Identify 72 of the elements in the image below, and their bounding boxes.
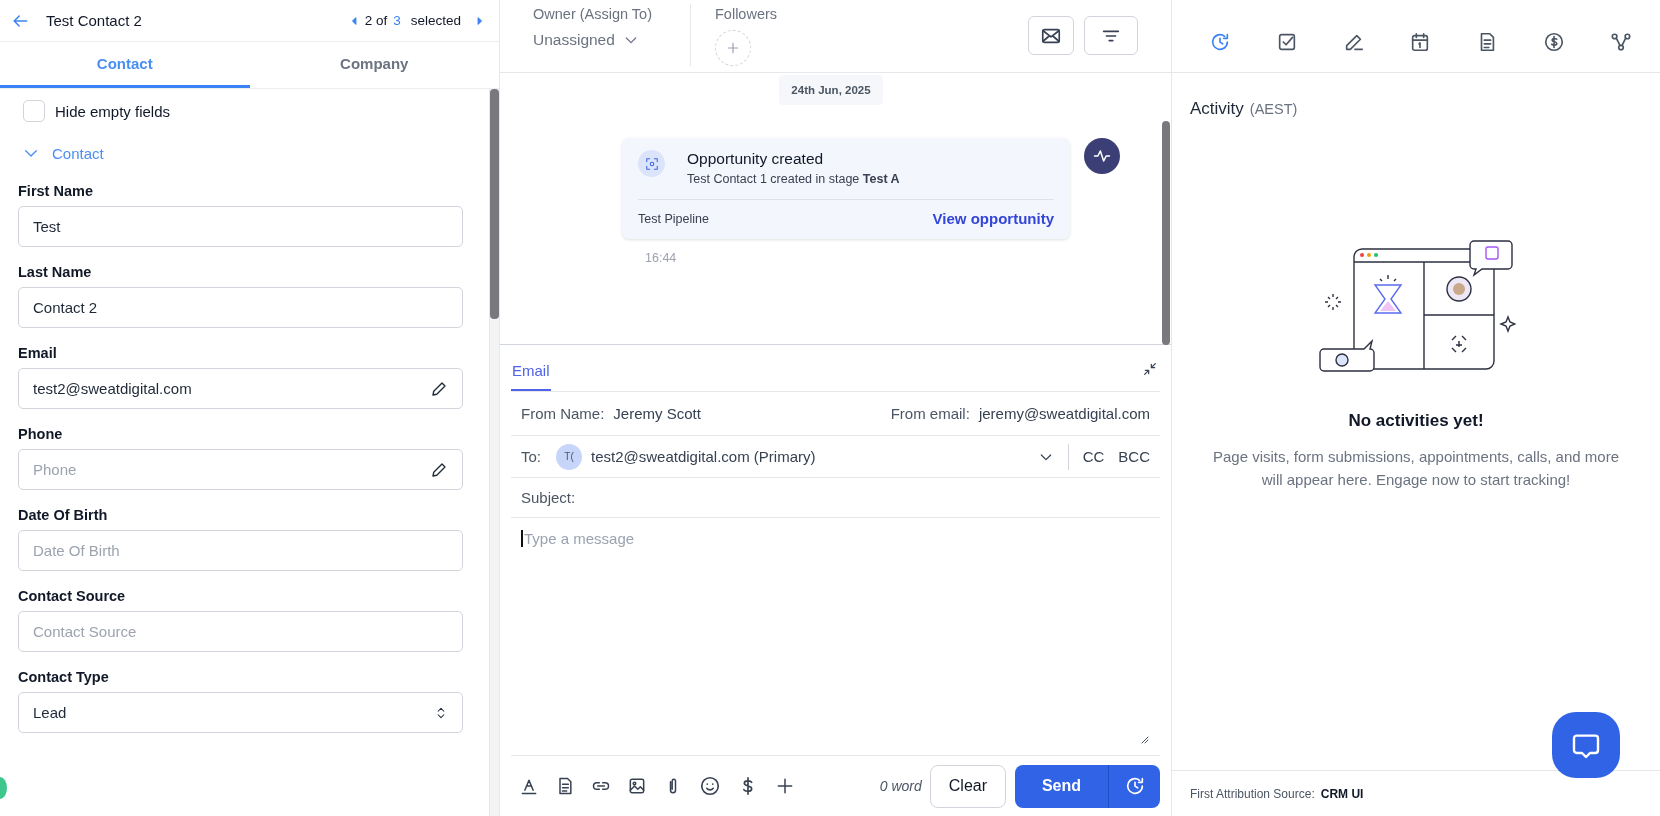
- nodes-icon: [1609, 31, 1632, 53]
- pager-total: 3: [393, 13, 401, 28]
- date-chip: 24th Jun, 2025: [779, 75, 883, 105]
- collapse-arrows-icon: [1142, 361, 1158, 377]
- panel-tab[interactable]: Company: [249, 42, 499, 88]
- empty-state-text: Page visits, form submissions, appointments, calls, and more will appear here. Engage now to start tracking!: [1212, 447, 1620, 490]
- input-field[interactable]: Test: [18, 206, 463, 247]
- field-label: Contact Source: [18, 588, 126, 604]
- checkbox-label: Hide empty fields: [55, 102, 171, 120]
- input-field[interactable]: Contact 2: [18, 287, 463, 328]
- dollar-icon: [1543, 31, 1566, 53]
- clock-icon: [1209, 31, 1231, 53]
- activity-title: Activity: [1190, 99, 1244, 119]
- event-detail: Test Contact 1 created in stage Test A: [687, 172, 900, 186]
- image-button[interactable]: [627, 776, 647, 796]
- pager-label: selected: [410, 13, 461, 28]
- subject-label: Subject:: [521, 489, 576, 506]
- field-label: Last Name: [18, 264, 92, 280]
- recipient-address: test2@sweatdigital.com (Primary): [591, 448, 816, 465]
- view-opportunity-link[interactable]: View opportunity: [932, 210, 1054, 227]
- field-label: First Name: [18, 183, 93, 199]
- email-tab[interactable]: Email: [511, 362, 551, 391]
- select-field[interactable]: Lead: [18, 692, 463, 733]
- attribution-label: First Attribution Source:: [1190, 786, 1315, 801]
- event-title: Opportunity created: [687, 150, 825, 168]
- caret-right-icon: [475, 15, 485, 26]
- pipeline-name: Test Pipeline: [638, 211, 709, 226]
- word-count: 0 word: [879, 778, 922, 794]
- filter-button[interactable]: [1084, 16, 1138, 55]
- contact-title: Test Contact 2: [46, 12, 143, 29]
- scrollbar-thumb[interactable]: [490, 89, 499, 319]
- plus-icon: [725, 40, 741, 56]
- smiley-icon: [699, 775, 721, 797]
- from-name-label: From Name:: [521, 405, 605, 422]
- from-email-label: From email:: [890, 405, 970, 422]
- next-button[interactable]: [475, 15, 485, 26]
- section-toggle[interactable]: Contact: [18, 133, 104, 173]
- followers-label: Followers: [715, 6, 778, 22]
- more-button[interactable]: [775, 776, 795, 796]
- bcc-button[interactable]: BCC: [1118, 448, 1150, 465]
- to-label: To:: [521, 448, 541, 465]
- from-email-value: jeremy@sweatdigital.com: [978, 405, 1150, 422]
- field-label: Contact Type: [18, 669, 109, 685]
- image-icon: [627, 776, 647, 796]
- recipient-avatar: T(: [556, 443, 582, 470]
- timezone-label: (AEST): [1249, 101, 1298, 117]
- clear-button[interactable]: Clear: [929, 764, 1006, 808]
- input-field[interactable]: Phone: [18, 449, 463, 490]
- target-icon: [644, 156, 659, 171]
- event-time: 16:44: [645, 251, 677, 265]
- send-button[interactable]: Send: [1015, 764, 1108, 808]
- input-field[interactable]: Contact Source: [18, 611, 463, 652]
- field-label: Phone: [18, 426, 63, 442]
- from-name-value: Jeremy Scott: [613, 405, 701, 422]
- pager-position: 2 of: [364, 13, 388, 28]
- checkbox[interactable]: [23, 100, 45, 122]
- plus-icon: [775, 776, 795, 796]
- attribution-value: CRM UI: [1320, 786, 1364, 801]
- schedule-button[interactable]: [1108, 764, 1160, 808]
- owner-dropdown[interactable]: Unassigned: [533, 31, 639, 49]
- cc-button[interactable]: CC: [1082, 448, 1105, 465]
- panel-tab[interactable]: Contact: [0, 42, 250, 88]
- emoji-button[interactable]: [699, 775, 721, 797]
- field-label: Date Of Birth: [18, 507, 108, 523]
- owner-label: Owner (Assign To): [533, 6, 652, 22]
- field-label: Email: [18, 345, 57, 361]
- scrollbar-thumb[interactable]: [1162, 121, 1170, 345]
- chat-button[interactable]: [1552, 712, 1620, 778]
- collapse-button[interactable]: [1142, 361, 1158, 377]
- empty-state-title: No activities yet!: [1348, 411, 1484, 431]
- input-field[interactable]: test2@sweatdigital.com: [18, 368, 463, 409]
- email-button[interactable]: [1028, 16, 1074, 55]
